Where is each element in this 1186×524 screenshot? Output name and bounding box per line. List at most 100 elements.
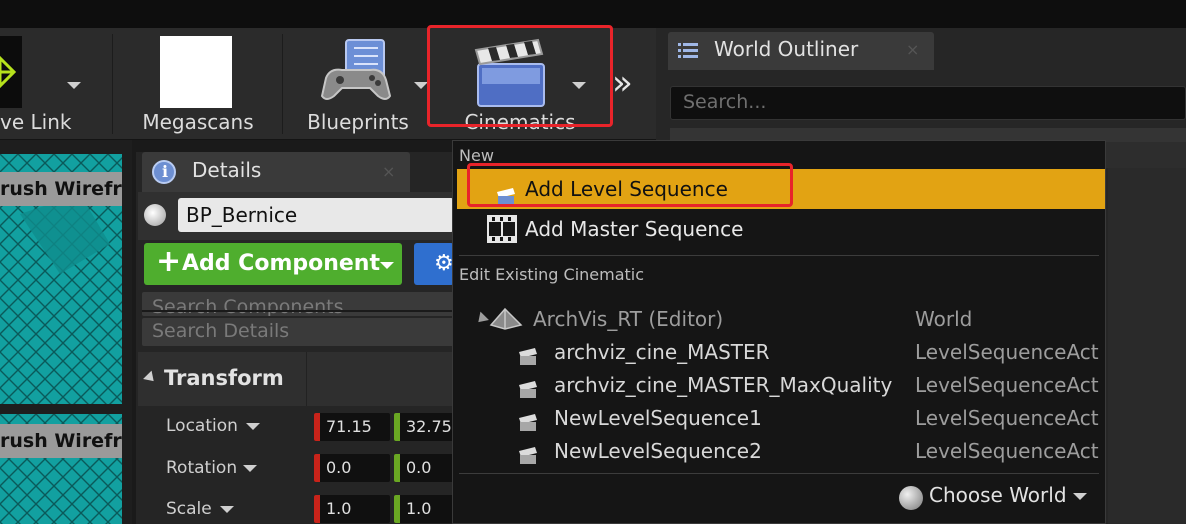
sequence-name: archviz_cine_MASTER (554, 340, 770, 364)
tab-world-outliner[interactable]: World Outliner × (668, 32, 934, 70)
chevron-down-icon[interactable] (246, 423, 260, 430)
add-component-label: Add Component (182, 251, 380, 276)
search-components-placeholder: Search Components (152, 296, 344, 316)
chevron-down-icon[interactable] (67, 82, 81, 89)
menu-item-add-master-sequence[interactable]: Add Master Sequence (457, 209, 1105, 249)
rotation-label: Rotation (166, 458, 238, 478)
search-details-input[interactable]: Search Details (142, 318, 454, 346)
level-sequence-actor-icon (517, 409, 539, 431)
transform-label: Transform (164, 366, 284, 390)
annotation-highlight-box (467, 163, 793, 207)
outliner-search-placeholder: Search... (683, 91, 767, 113)
close-icon[interactable]: × (382, 162, 395, 181)
close-icon[interactable]: × (906, 40, 919, 59)
sequence-name: NewLevelSequence1 (554, 406, 762, 430)
details-tab-label: Details (192, 158, 262, 182)
annotation-highlight-box (427, 25, 613, 127)
outliner-list-body (1108, 168, 1186, 524)
sequence-type: LevelSequenceAct (915, 340, 1099, 364)
world-outliner-tab-label: World Outliner (714, 37, 859, 61)
main-toolbar: ve Link Megascans Blueprints Cinematics … (0, 25, 656, 140)
blueprints-icon (320, 38, 394, 104)
plus-icon: + (156, 244, 182, 279)
list-item[interactable]: archviz_cine_MASTER LevelSequenceAct (453, 336, 1103, 369)
title-bar (0, 0, 1186, 28)
list-item[interactable]: archviz_cine_MASTER_MaxQuality LevelSequ… (453, 369, 1103, 402)
cinematics-dropdown-menu: New Add Level Sequence Add Master Sequen… (452, 140, 1106, 524)
blueprints-label: Blueprints (307, 110, 409, 134)
live-link-icon (0, 36, 22, 108)
sequence-type: LevelSequenceAct (915, 439, 1099, 463)
sequence-type: LevelSequenceAct (915, 373, 1099, 397)
sequence-name: NewLevelSequence2 (554, 439, 762, 463)
divider (459, 473, 1099, 474)
rotation-y-value: 0.0 (406, 458, 432, 477)
actor-name-value: BP_Bernice (186, 203, 298, 227)
rotation-x-value: 0.0 (326, 458, 352, 477)
world-type: World (915, 307, 973, 331)
search-components-input[interactable]: Search Components (142, 292, 454, 316)
component-toolbar: + Add Component ⚙ (138, 240, 454, 290)
choose-world-button[interactable]: Choose World (895, 479, 1095, 515)
choose-world-label: Choose World (929, 483, 1067, 507)
add-master-sequence-label: Add Master Sequence (525, 217, 744, 241)
divider (142, 310, 454, 312)
collapse-triangle-icon[interactable] (474, 311, 489, 327)
viewport-label: rush Wirefram (0, 172, 122, 206)
transform-category-header[interactable]: Transform (138, 352, 454, 406)
expand-triangle-icon (143, 370, 158, 386)
master-sequence-icon (487, 215, 517, 243)
toolbar-divider (282, 34, 283, 134)
live-link-label: ve Link (0, 110, 72, 134)
megascans-label: Megascans (142, 110, 254, 134)
level-sequence-actor-icon (517, 442, 539, 464)
megascans-button[interactable]: Megascans (122, 28, 274, 140)
info-icon: i (152, 160, 176, 184)
world-name: ArchVis_RT (Editor) (533, 307, 724, 331)
actor-sphere-icon (144, 204, 166, 226)
chevron-down-icon[interactable] (414, 82, 428, 89)
chevron-down-icon (380, 262, 394, 269)
list-item[interactable]: NewLevelSequence2 LevelSequenceAct (453, 435, 1103, 468)
location-x-value: 71.15 (326, 417, 372, 436)
level-sequence-actor-icon (517, 376, 539, 398)
viewport-label: rush Wirefra (0, 424, 122, 458)
sequence-type: LevelSequenceAct (915, 406, 1099, 430)
globe-icon (899, 486, 923, 510)
outliner-search-input[interactable]: Search... (670, 86, 1186, 120)
viewport-panel: rush Wirefram rush Wirefra (0, 140, 132, 524)
megascans-icon (160, 36, 232, 108)
divider (459, 255, 1099, 256)
blueprints-button[interactable]: Blueprints (290, 28, 428, 140)
add-component-button[interactable]: + Add Component (144, 243, 402, 285)
toolbar-overflow-icon[interactable]: » (612, 66, 646, 102)
world-row[interactable]: ArchVis_RT (Editor) World (453, 303, 1103, 336)
list-icon (678, 41, 698, 61)
scale-y-input[interactable]: 1.0 (394, 495, 454, 523)
gear-icon: ⚙ (434, 251, 454, 276)
scale-y-value: 1.0 (406, 499, 432, 518)
actor-name-row: BP_Bernice (138, 192, 454, 240)
search-details-placeholder: Search Details (152, 320, 290, 342)
scale-label: Scale (166, 499, 212, 519)
chevron-down-icon[interactable] (220, 506, 234, 513)
list-item[interactable]: NewLevelSequence1 LevelSequenceAct (453, 402, 1103, 435)
live-link-button[interactable]: ve Link (0, 28, 110, 140)
divider (306, 352, 307, 406)
rotation-x-input[interactable]: 0.0 (314, 454, 390, 482)
location-y-input[interactable]: 32.75 (394, 413, 454, 441)
actor-name-input[interactable]: BP_Bernice (178, 198, 454, 232)
location-label: Location (166, 416, 238, 436)
world-icon (489, 307, 523, 331)
blueprint-script-button[interactable]: ⚙ (414, 243, 454, 285)
toolbar-divider (112, 34, 113, 134)
scale-x-value: 1.0 (326, 499, 352, 518)
rotation-y-input[interactable]: 0.0 (394, 454, 454, 482)
chevron-down-icon (1073, 493, 1087, 500)
tab-details[interactable]: i Details × (142, 152, 410, 192)
location-x-input[interactable]: 71.15 (314, 413, 390, 441)
scale-x-input[interactable]: 1.0 (314, 495, 390, 523)
sequence-name: archviz_cine_MASTER_MaxQuality (554, 373, 893, 397)
level-sequence-actor-icon (517, 343, 539, 365)
chevron-down-icon[interactable] (243, 465, 257, 472)
